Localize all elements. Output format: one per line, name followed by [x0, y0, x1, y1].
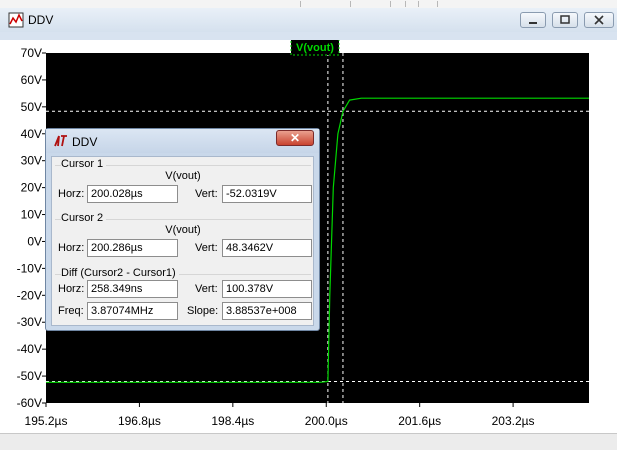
x-tick-label: 200.0µs — [305, 414, 348, 428]
diff-vert-field[interactable]: 100.378V — [222, 280, 312, 298]
diff-vert-label: Vert: — [195, 283, 218, 295]
y-tick-label: 20V — [21, 181, 42, 195]
cursor1-vert-field[interactable]: -52.0319V — [222, 185, 312, 203]
x-tick-label: 196.8µs — [118, 414, 161, 428]
cursor2-vert-field[interactable]: 48.3462V — [222, 239, 312, 257]
y-tick-label: -50V — [17, 369, 42, 383]
cursor-dialog: DDV ✕ Cursor 1 V(vout) Horz: 200.028µs V… — [45, 128, 320, 331]
dialog-titlebar[interactable]: DDV ✕ — [46, 129, 319, 153]
cursor1-signal: V(vout) — [165, 170, 201, 182]
y-tick-label: 0V — [27, 234, 42, 248]
diff-freq-field[interactable]: 3.87074MHz — [87, 302, 178, 320]
y-tick-label: -40V — [17, 342, 42, 356]
cursor2-signal: V(vout) — [165, 224, 201, 236]
restore-button[interactable] — [552, 12, 578, 28]
diff-horz-label: Horz: — [58, 283, 85, 295]
diff-title: Diff (Cursor2 - Cursor1) — [61, 267, 179, 279]
y-tick-label: -10V — [17, 261, 42, 275]
x-tick-label: 203.2µs — [492, 414, 535, 428]
cursor2-title: Cursor 2 — [61, 212, 107, 224]
cursor2-vert-label: Vert: — [195, 242, 218, 254]
y-tick-label: -30V — [17, 315, 42, 329]
dialog-body: Cursor 1 V(vout) Horz: 200.028µs Vert: -… — [51, 156, 314, 326]
minimize-button[interactable] — [520, 12, 546, 28]
dialog-close-button[interactable]: ✕ — [276, 130, 314, 146]
status-strip — [0, 433, 617, 450]
minimize-icon — [529, 22, 537, 24]
cursor2-horz-field[interactable]: 200.286µs — [87, 239, 178, 257]
x-tick-label: 198.4µs — [211, 414, 254, 428]
diff-slope-field[interactable]: 3.88537e+008 — [222, 302, 312, 320]
cursor1-horz-label: Horz: — [58, 188, 85, 200]
y-tick-label: 30V — [21, 154, 42, 168]
y-tick-label: 10V — [21, 208, 42, 222]
x-tick-label: 201.6µs — [398, 414, 441, 428]
y-tick-label: 50V — [21, 100, 42, 114]
cursor1-title: Cursor 1 — [61, 158, 107, 170]
cursor1-horz-field[interactable]: 200.028µs — [87, 185, 178, 203]
diff-horz-field[interactable]: 258.349ns — [87, 280, 178, 298]
cursor2-horz-label: Horz: — [58, 242, 85, 254]
window-title: DDV — [28, 13, 54, 27]
y-tick-label: 40V — [21, 127, 42, 141]
diff-slope-label: Slope: — [187, 305, 219, 317]
cursor1-vert-label: Vert: — [195, 188, 218, 200]
waveform-app-icon — [8, 12, 24, 28]
dialog-title: DDV — [72, 135, 98, 149]
close-icon — [594, 15, 604, 25]
y-tick-label: -20V — [17, 288, 42, 302]
x-tick-label: 195.2µs — [25, 414, 68, 428]
ltspice-logo-icon — [54, 135, 67, 147]
window-titlebar[interactable]: DDV — [0, 8, 617, 32]
restore-icon — [560, 15, 570, 24]
diff-freq-label: Freq: — [58, 305, 84, 317]
y-tick-label: 60V — [21, 73, 42, 87]
y-tick-label: 70V — [21, 46, 42, 60]
close-icon: ✕ — [289, 131, 301, 145]
trace-label[interactable]: V(vout) — [296, 42, 334, 54]
window-close-button[interactable] — [584, 12, 614, 28]
y-tick-label: -60V — [17, 396, 42, 410]
